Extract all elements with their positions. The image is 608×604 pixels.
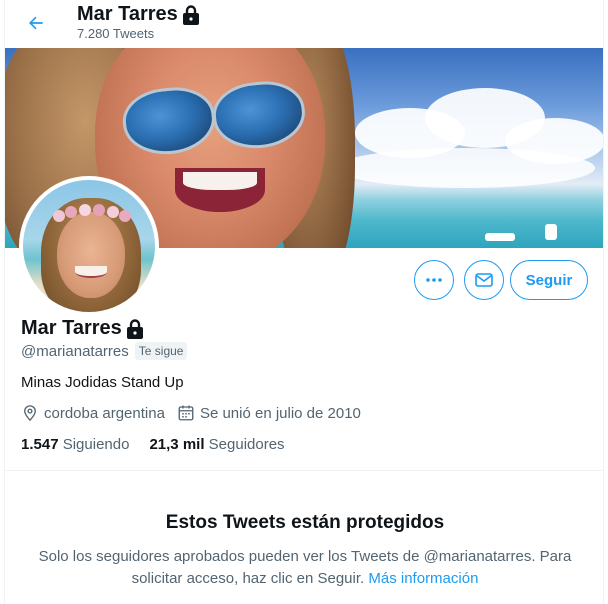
lock-icon bbox=[126, 318, 143, 339]
message-button[interactable] bbox=[464, 260, 504, 300]
arrow-left-icon bbox=[29, 16, 43, 30]
header-name: Mar Tarres bbox=[77, 3, 178, 25]
protected-title: Estos Tweets están protegidos bbox=[165, 512, 445, 533]
joined-text: Se unió en julio de 2010 bbox=[199, 404, 361, 422]
tweet-count: 7.280 Tweets bbox=[77, 26, 155, 41]
follow-button[interactable]: Seguir bbox=[510, 260, 588, 300]
protected-message: Solo los seguidores aprobados pueden ver… bbox=[35, 546, 575, 590]
more-button[interactable] bbox=[414, 260, 454, 300]
profile-name-row: Mar Tarres bbox=[21, 317, 144, 340]
profile-handle: @marianatarres bbox=[21, 342, 129, 360]
follow-stats: 1.547 Siguiendo 21,3 mil Seguidores bbox=[21, 436, 285, 453]
header-title: Mar Tarres bbox=[77, 3, 200, 26]
avatar[interactable] bbox=[19, 176, 159, 316]
more-info-link[interactable]: Más información bbox=[368, 570, 478, 587]
profile-page: Mar Tarres 7.280 Tweets Seguir Mar Tarre… bbox=[4, 0, 604, 604]
protected-body: Solo los seguidores aprobados pueden ver… bbox=[38, 548, 572, 587]
more-dots-icon bbox=[426, 278, 442, 282]
back-button[interactable] bbox=[19, 6, 53, 40]
profile-bio: Minas Jodidas Stand Up bbox=[21, 374, 184, 391]
followers-label: Seguidores bbox=[208, 436, 285, 453]
location-pin-icon bbox=[24, 405, 36, 422]
following-count: 1.547 bbox=[21, 436, 59, 453]
profile-meta: cordoba argentina Se unió en julio de 20… bbox=[21, 404, 361, 422]
followers-link[interactable]: 21,3 mil Seguidores bbox=[149, 436, 284, 453]
follows-you-badge: Te sigue bbox=[134, 342, 188, 360]
location-text: cordoba argentina bbox=[44, 404, 165, 422]
handle-row: @marianatarres Te sigue bbox=[21, 342, 188, 360]
envelope-icon bbox=[475, 273, 493, 287]
calendar-icon bbox=[178, 405, 194, 421]
following-link[interactable]: 1.547 Siguiendo bbox=[21, 436, 129, 453]
top-header: Mar Tarres 7.280 Tweets bbox=[5, 0, 603, 48]
divider bbox=[5, 470, 603, 471]
joined-item: Se unió en julio de 2010 bbox=[177, 404, 361, 422]
following-label: Siguiendo bbox=[62, 436, 130, 453]
profile-name: Mar Tarres bbox=[21, 317, 122, 339]
location-item: cordoba argentina bbox=[21, 404, 165, 422]
followers-count: 21,3 mil bbox=[149, 436, 205, 453]
lock-icon bbox=[182, 4, 199, 25]
